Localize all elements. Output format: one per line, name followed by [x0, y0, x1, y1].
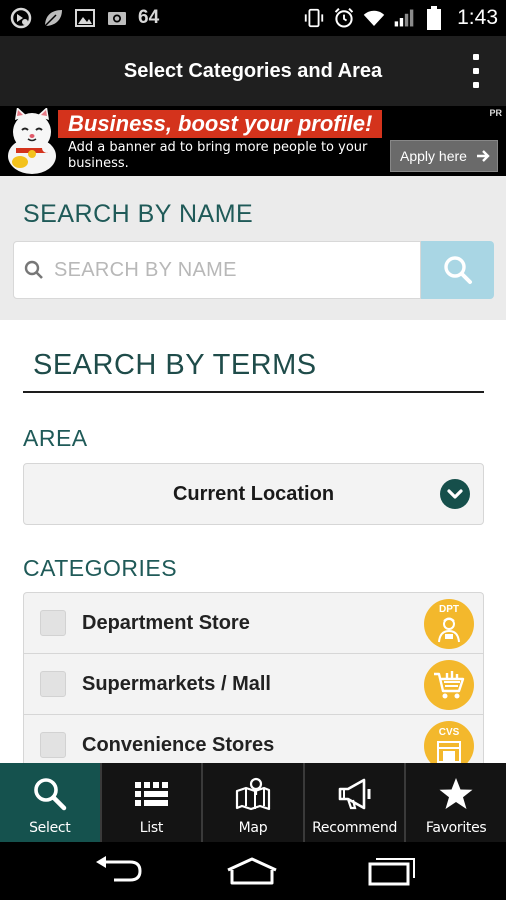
lucky-cat-icon [2, 107, 62, 174]
tab-select[interactable]: Select [0, 763, 102, 842]
status-time: 1:43 [457, 6, 498, 29]
search-by-name-heading: SEARCH BY NAME [23, 200, 254, 228]
app-notification-icon [10, 7, 32, 29]
list-icon [132, 775, 170, 813]
category-checkbox[interactable] [40, 732, 66, 758]
categories-label: CATEGORIES [23, 555, 178, 581]
overflow-menu-icon[interactable] [468, 54, 484, 88]
apply-here-label: Apply here [400, 148, 467, 164]
area-label: AREA [23, 425, 88, 451]
category-label: Convenience Stores [82, 733, 275, 756]
tab-label: Recommend [312, 820, 398, 836]
banner-headline: Business, boost your profile! [58, 110, 383, 138]
category-checkbox[interactable] [40, 671, 66, 697]
image-icon [74, 7, 96, 29]
area-selected-value: Current Location [172, 482, 335, 505]
tab-favorites[interactable]: Favorites [406, 763, 506, 842]
shopping-cart-icon [424, 660, 474, 710]
status-bar: 64 1:43 [0, 0, 506, 36]
search-by-terms-heading: SEARCH BY TERMS [33, 349, 317, 381]
tab-label: Select [29, 820, 71, 836]
recent-apps-icon[interactable] [360, 854, 420, 888]
app-screen: 64 1:43 Select Categories and Area Busin… [0, 0, 506, 900]
bottom-tab-bar: Select List Map Recommend Favorites [0, 763, 506, 842]
search-icon [24, 260, 43, 279]
category-item-department-store[interactable]: Department Store DPT [24, 593, 483, 654]
category-badge-text: CVS [438, 727, 460, 738]
leaf-icon [42, 7, 64, 29]
signal-icon [393, 7, 415, 29]
map-icon [234, 775, 272, 813]
pr-label: PR [489, 108, 502, 118]
megaphone-icon [336, 775, 374, 813]
banner-subtext: Add a banner ad to bring more people to … [68, 140, 368, 171]
divider [23, 391, 484, 393]
notification-count: 64 [138, 7, 160, 28]
category-label: Department Store [82, 611, 250, 634]
search-placeholder: SEARCH BY NAME [54, 258, 237, 281]
chevron-down-icon [440, 479, 470, 509]
category-badge-text: DPT [439, 604, 459, 615]
action-bar: Select Categories and Area [0, 36, 506, 106]
tab-recommend[interactable]: Recommend [305, 763, 407, 842]
page-title: Select Categories and Area [123, 59, 383, 82]
tab-list[interactable]: List [102, 763, 204, 842]
arrow-right-icon [476, 150, 490, 162]
category-list: Department Store DPT Supermarkets / Mall… [23, 592, 484, 782]
search-icon [443, 256, 472, 284]
category-label: Supermarkets / Mall [82, 672, 271, 695]
star-icon [437, 775, 475, 813]
search-icon [31, 775, 69, 813]
search-by-name-section: SEARCH BY NAME SEARCH BY NAME [0, 176, 506, 320]
tab-label: Favorites [425, 820, 487, 836]
banner-ad[interactable]: Business, boost your profile! Add a bann… [0, 106, 506, 176]
wifi-icon [363, 7, 385, 29]
area-dropdown[interactable]: Current Location [23, 463, 484, 525]
vibrate-icon [303, 7, 325, 29]
alarm-icon [333, 7, 355, 29]
category-item-supermarkets-mall[interactable]: Supermarkets / Mall [24, 654, 483, 715]
tab-map[interactable]: Map [203, 763, 305, 842]
back-icon[interactable] [88, 854, 148, 888]
battery-icon [423, 6, 445, 30]
system-nav-bar [0, 842, 506, 900]
search-input[interactable]: SEARCH BY NAME [13, 241, 421, 299]
apply-here-button[interactable]: Apply here [390, 140, 498, 172]
search-button[interactable] [421, 241, 494, 299]
tab-label: List [139, 820, 164, 836]
home-icon[interactable] [222, 854, 282, 888]
camera-icon [106, 7, 128, 29]
category-checkbox[interactable] [40, 610, 66, 636]
tab-label: Map [238, 820, 268, 836]
department-store-icon: DPT [424, 599, 474, 649]
